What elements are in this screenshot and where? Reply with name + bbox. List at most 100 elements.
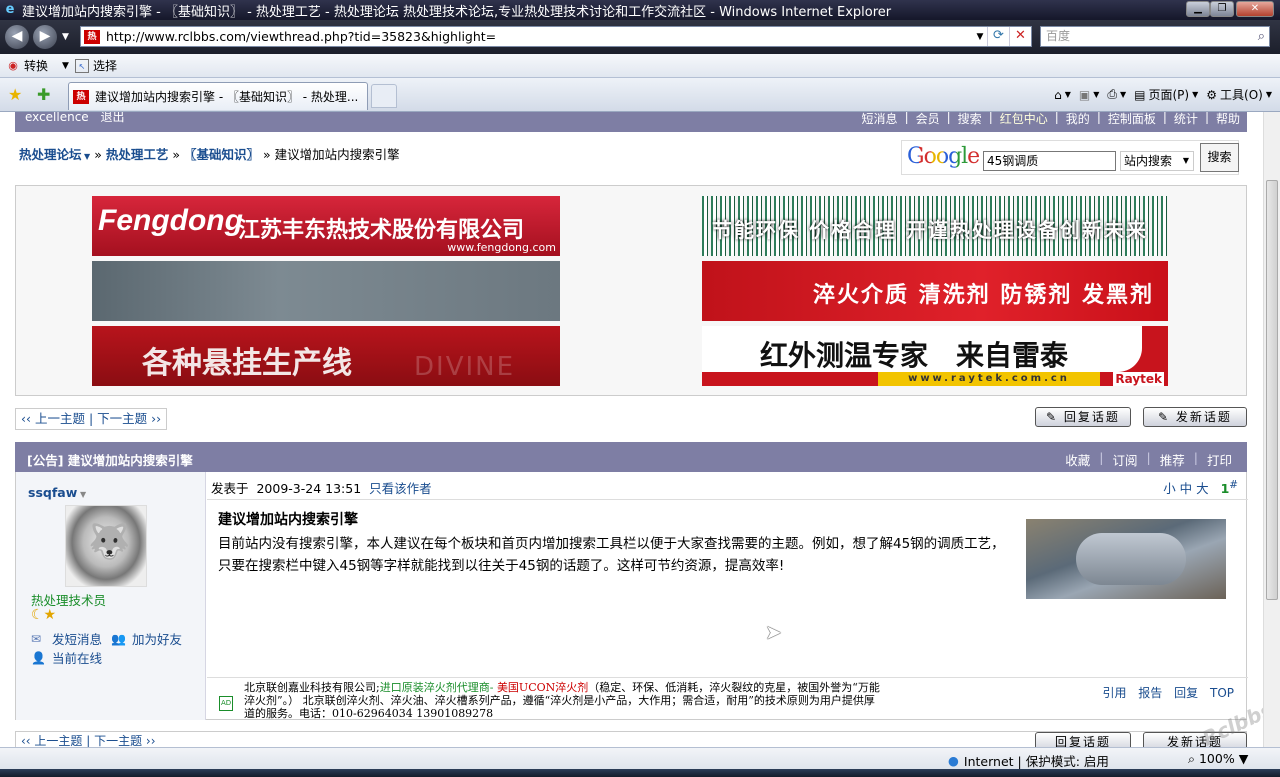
- breadcrumb-forum[interactable]: 热处理论坛: [19, 147, 82, 162]
- printer-icon: ⎙: [1107, 87, 1117, 101]
- gear-icon: ⚙: [1206, 87, 1218, 102]
- raytek-ad-banner[interactable]: 红外测温专家 来自雷泰 www.raytek.com.cn Raytek: [702, 326, 1168, 386]
- forum-top-nav: excellence 退出 短消息 | 会员 | 搜索 | 红包中心 | 我的 | 控制面…: [15, 112, 1247, 132]
- green-ad-text: 节能环保 价格合理 开谨热处理设备创新未来: [712, 218, 1148, 242]
- navigation-bar: ◀ ▶ ▼ 热 http://www.rclbbs.com/viewthread…: [0, 20, 1280, 54]
- stop-button[interactable]: ✕: [1009, 27, 1031, 46]
- back-button[interactable]: ◀: [5, 25, 29, 49]
- sig-link-ucon[interactable]: 美国UCON淬火剂: [497, 681, 588, 694]
- vertical-scrollbar[interactable]: [1263, 112, 1280, 747]
- subscribe-link[interactable]: 订阅: [1104, 450, 1147, 469]
- user-link[interactable]: excellence: [25, 112, 89, 124]
- prev-topic-link[interactable]: ‹‹ 上一主题: [21, 411, 85, 426]
- tab-favicon-icon: 热: [73, 89, 89, 104]
- select-button[interactable]: ↖ 选择: [74, 57, 117, 74]
- nav-redpacket[interactable]: 红包中心: [997, 112, 1051, 127]
- quote-link[interactable]: 引用: [1102, 686, 1126, 700]
- new-topic-button[interactable]: ✎ 发新话题: [1143, 407, 1247, 427]
- fengdong-name: 江苏丰东热技术股份有限公司: [238, 218, 525, 243]
- nav-mine[interactable]: 我的: [1063, 112, 1093, 127]
- breadcrumb-current: » 建议增加站内搜索引擎: [262, 147, 400, 162]
- windows-taskbar: [0, 769, 1280, 777]
- tools-menu[interactable]: ⚙ 工具(O) ▼: [1206, 86, 1272, 103]
- fengdong-brand: Fengdong: [98, 204, 243, 237]
- thread-pager: ‹‹ 上一主题 | 下一主题 ››: [15, 408, 168, 430]
- sig-link-agent[interactable]: 进口原装淬火剂代理商-: [380, 681, 497, 694]
- next-topic-link[interactable]: 下一主题 ››: [97, 411, 161, 426]
- convert-dropdown-icon[interactable]: ▼: [62, 61, 69, 71]
- address-bar[interactable]: 热 http://www.rclbbs.com/viewthread.php?t…: [80, 26, 1032, 47]
- breadcrumb-section[interactable]: 热处理工艺: [106, 147, 169, 162]
- green-ad-banner[interactable]: 节能环保 价格合理 开谨热处理设备创新未来: [702, 196, 1168, 256]
- refresh-button[interactable]: ⟳: [987, 27, 1009, 46]
- home-button[interactable]: ⌂ ▼: [1054, 88, 1071, 102]
- raytek-logo: Raytek: [1113, 372, 1164, 386]
- divine-ad-banner[interactable]: 各种悬挂生产线 DIVINE: [92, 326, 560, 386]
- nav-messages[interactable]: 短消息: [859, 112, 901, 127]
- scrollbar-thumb[interactable]: [1266, 180, 1278, 600]
- status-bar: ● Internet | 保护模式: 启用 ⌕ 100% ▼: [0, 747, 1280, 769]
- fengdong-ad-banner[interactable]: Fengdong 江苏丰东热技术股份有限公司 www.fengdong.com: [92, 196, 560, 256]
- browser-search-placeholder: 百度: [1046, 29, 1071, 43]
- close-button[interactable]: ✕: [1236, 1, 1274, 17]
- search-scope-select[interactable]: 站内搜索 ▼: [1120, 151, 1194, 171]
- ad-tag: AD: [219, 696, 234, 711]
- nav-control-panel[interactable]: 控制面板: [1105, 112, 1159, 127]
- author-name[interactable]: ssqfaw ▼: [28, 485, 86, 500]
- top-link[interactable]: TOP: [1210, 686, 1234, 700]
- print-link[interactable]: 打印: [1198, 450, 1241, 469]
- tab-active[interactable]: 热 建议增加站内搜索引擎 - 〖基础知识〗 - 热处理...: [68, 82, 368, 110]
- google-search-input[interactable]: 45钢调质: [983, 151, 1116, 171]
- nav-members[interactable]: 会员: [913, 112, 943, 127]
- divine-text: 各种悬挂生产线: [142, 346, 352, 381]
- report-link[interactable]: 报告: [1138, 686, 1162, 700]
- print-button[interactable]: ⎙ ▼: [1107, 87, 1126, 102]
- ad-banner-area: Fengdong 江苏丰东热技术股份有限公司 www.fengdong.com …: [15, 185, 1247, 396]
- post-signature: AD 北京联创嘉业科技有限公司;进口原装淬火剂代理商- 美国UCON淬火剂（稳定…: [207, 677, 1248, 720]
- add-friend-link[interactable]: 👥 加为好友: [111, 629, 182, 648]
- floor-mark: #: [1229, 478, 1238, 491]
- recommend-link[interactable]: 推荐: [1151, 450, 1194, 469]
- fengdong-url: www.fengdong.com: [447, 241, 556, 254]
- reply-topic-button[interactable]: ✎ 回复话题: [1035, 407, 1131, 427]
- gray-ad-banner[interactable]: [92, 261, 560, 321]
- security-zone[interactable]: ● Internet | 保护模式: 启用: [948, 751, 1109, 770]
- address-dropdown-icon[interactable]: ▼: [973, 32, 987, 42]
- nav-stats[interactable]: 统计: [1171, 112, 1201, 127]
- maximize-button[interactable]: ❐: [1210, 1, 1234, 17]
- nav-help[interactable]: 帮助: [1213, 112, 1243, 127]
- minimize-button[interactable]: ▁: [1186, 1, 1210, 17]
- user-icon: 👤: [31, 650, 46, 665]
- window-titlebar: e 建议增加站内搜索引擎 - 〖基础知识〗 - 热处理工艺 - 热处理论坛 热处…: [0, 0, 1280, 20]
- quench-ad-banner[interactable]: 淬火介质 清洗剂 防锈剂 发黑剂: [702, 261, 1168, 321]
- feeds-button[interactable]: ▣ ▼: [1079, 88, 1100, 102]
- search-icon[interactable]: ⌕: [1258, 27, 1265, 46]
- page-menu-label: 页面(P): [1148, 88, 1190, 102]
- breadcrumb-subsection[interactable]: 〖基础知识〗: [184, 147, 259, 162]
- post-main: 发表于 2009-3-24 13:51 只看该作者 小 中 大 1# 建议增加站…: [207, 472, 1248, 720]
- convert-button[interactable]: ◉ 转换 ▼: [6, 57, 69, 74]
- forward-button[interactable]: ▶: [33, 25, 57, 49]
- reply-topic-button-bottom[interactable]: 回复话题: [1035, 732, 1131, 747]
- font-size-links[interactable]: 小 中 大: [1163, 481, 1208, 496]
- page-menu[interactable]: ▤ 页面(P) ▼: [1134, 86, 1198, 103]
- reply-link[interactable]: 回复: [1174, 686, 1198, 700]
- zoom-level[interactable]: ⌕ 100% ▼: [1188, 751, 1248, 767]
- convert-icon: ◉: [8, 58, 18, 72]
- send-message-link[interactable]: ✉ 发短消息: [31, 629, 102, 648]
- new-tab-button[interactable]: [371, 84, 397, 108]
- favorites-star-icon[interactable]: ★: [8, 85, 22, 104]
- nav-search[interactable]: 搜索: [955, 112, 985, 127]
- browser-search-input[interactable]: 百度 ⌕: [1040, 26, 1270, 47]
- favorite-link[interactable]: 收藏: [1056, 450, 1099, 469]
- address-url[interactable]: http://www.rclbbs.com/viewthread.php?tid…: [106, 29, 973, 44]
- divine-watermark: DIVINE: [414, 352, 516, 382]
- select-icon: ↖: [74, 58, 89, 73]
- home-icon: ⌂: [1054, 87, 1062, 102]
- history-dropdown-icon[interactable]: ▼: [62, 32, 69, 42]
- rank-stars: ☾★: [31, 607, 57, 623]
- logout-link[interactable]: 退出: [101, 112, 125, 124]
- only-author-link[interactable]: 只看该作者: [369, 481, 432, 496]
- add-favorites-icon[interactable]: ✚: [37, 85, 50, 104]
- google-search-button[interactable]: 搜索: [1200, 143, 1239, 172]
